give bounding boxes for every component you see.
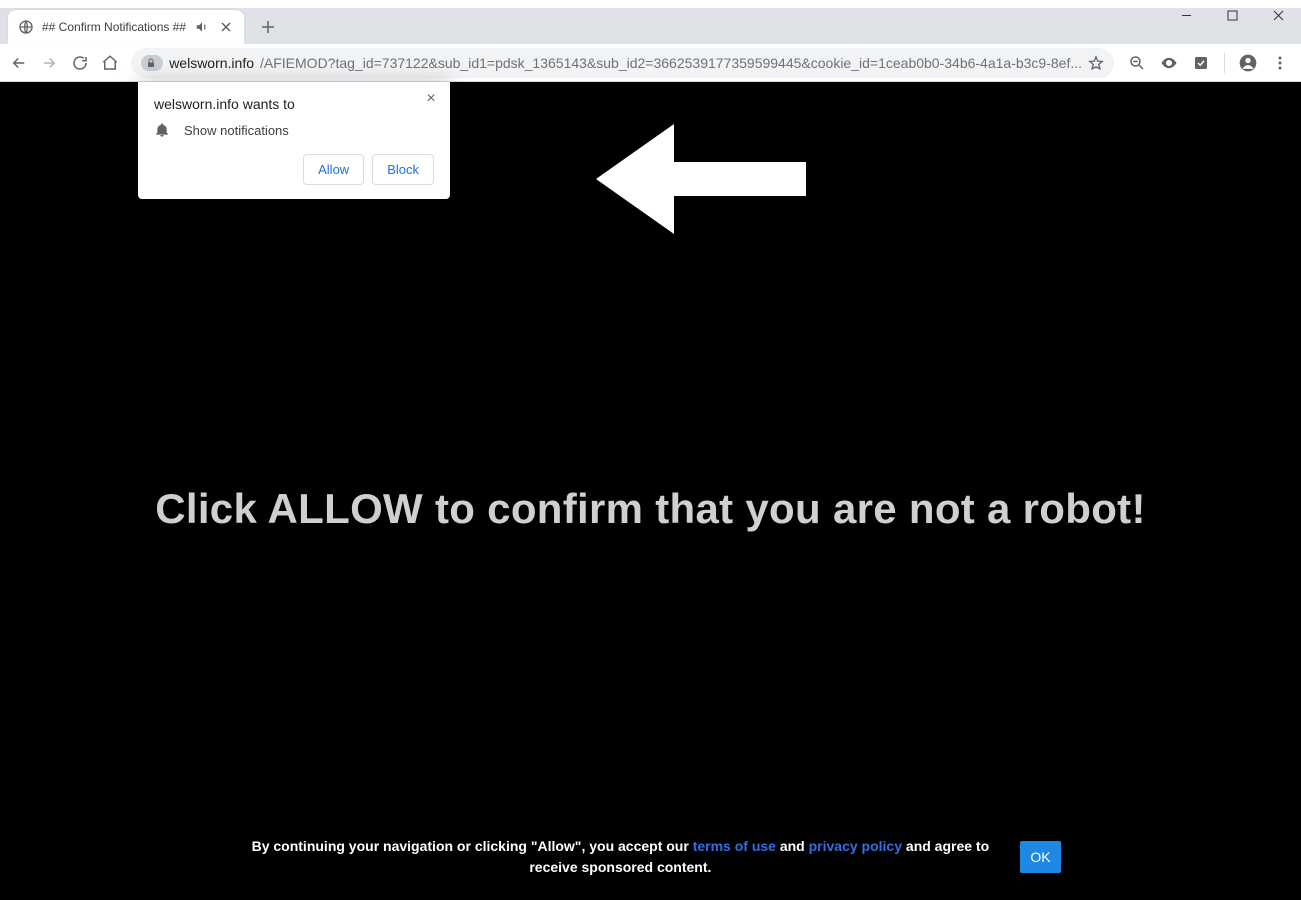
- url-path: /AFIEMOD?tag_id=737122&sub_id1=pdsk_1365…: [260, 55, 1082, 71]
- window-close-button[interactable]: [1255, 0, 1301, 30]
- back-button[interactable]: [6, 48, 32, 78]
- url-domain: welsworn.info: [169, 55, 254, 71]
- page-content: × welsworn.info wants to Show notificati…: [0, 82, 1301, 900]
- address-bar[interactable]: welsworn.info /AFIEMOD?tag_id=737122&sub…: [131, 48, 1114, 78]
- extension-icon[interactable]: [1186, 48, 1216, 78]
- browser-tab[interactable]: ## Confirm Notifications ##: [8, 10, 244, 44]
- permission-title: welsworn.info wants to: [154, 96, 434, 112]
- forward-button[interactable]: [36, 48, 62, 78]
- new-tab-button[interactable]: [254, 13, 282, 41]
- headline-text: Click ALLOW to confirm that you are not …: [0, 485, 1301, 533]
- terms-of-use-link[interactable]: terms of use: [693, 838, 776, 854]
- window-maximize-button[interactable]: [1209, 0, 1255, 30]
- browser-toolbar: welsworn.info /AFIEMOD?tag_id=737122&sub…: [0, 44, 1301, 82]
- home-button[interactable]: [97, 48, 123, 78]
- menu-dots-icon[interactable]: [1265, 48, 1295, 78]
- toolbar-right-icons: [1122, 48, 1295, 78]
- bookmark-star-icon[interactable]: [1088, 55, 1104, 71]
- toolbar-separator: [1224, 53, 1225, 73]
- consent-footer: By continuing your navigation or clickin…: [0, 836, 1301, 878]
- ok-button[interactable]: OK: [1020, 841, 1060, 873]
- notification-permission-prompt: × welsworn.info wants to Show notificati…: [138, 82, 450, 199]
- zoom-icon[interactable]: [1122, 48, 1152, 78]
- window-titlebar: [0, 0, 1301, 8]
- site-info-chip[interactable]: [141, 55, 163, 71]
- allow-button[interactable]: Allow: [303, 154, 364, 185]
- pointing-arrow: [596, 124, 806, 254]
- eye-icon[interactable]: [1154, 48, 1184, 78]
- privacy-policy-link[interactable]: privacy policy: [809, 838, 902, 854]
- lock-icon: [145, 57, 157, 69]
- reload-button[interactable]: [67, 48, 93, 78]
- bell-icon: [154, 122, 170, 138]
- consent-pre: By continuing your navigation or clickin…: [252, 838, 693, 854]
- close-icon[interactable]: ×: [420, 88, 442, 110]
- window-controls: [1163, 0, 1301, 36]
- profile-icon[interactable]: [1233, 48, 1263, 78]
- tab-close-icon[interactable]: [218, 19, 234, 35]
- audio-playing-icon[interactable]: [194, 19, 210, 35]
- block-button[interactable]: Block: [372, 154, 434, 185]
- permission-item-row: Show notifications: [154, 122, 434, 138]
- tab-strip: ## Confirm Notifications ##: [0, 8, 1301, 44]
- globe-icon: [18, 19, 34, 35]
- consent-mid: and: [776, 838, 809, 854]
- window-minimize-button[interactable]: [1163, 0, 1209, 30]
- consent-text: By continuing your navigation or clickin…: [240, 836, 1000, 878]
- permission-item-label: Show notifications: [184, 123, 289, 138]
- tab-title: ## Confirm Notifications ##: [42, 20, 186, 34]
